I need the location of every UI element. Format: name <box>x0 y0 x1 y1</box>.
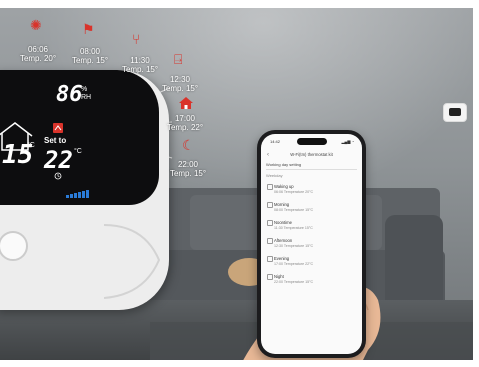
thermostat-curve <box>104 224 161 299</box>
callout-0800: 08:00 Temp. 15° <box>71 47 109 65</box>
thermostat-device: 86 % RH 15 °C Set to 22 °C <box>0 70 169 310</box>
weekday-label: Weekday <box>266 173 283 178</box>
status-icons: ▂▄▆ ◔ <box>341 139 354 144</box>
app-header-title: W-Fi(tm) thermostat kit <box>290 152 333 157</box>
schedule-icon <box>267 220 273 226</box>
schedule-icon <box>267 238 273 244</box>
schedule-item[interactable]: Waking up 06:06 Temperature 20°C <box>267 184 357 194</box>
schedule-item[interactable]: Noontime 11:30 Temperature 15°C <box>267 220 357 230</box>
image-border-top <box>0 0 479 8</box>
status-time: 14:42 <box>270 139 281 144</box>
thermostat-display: 86 % RH 15 °C Set to 22 °C <box>0 70 159 205</box>
callout-1130: 11:30 Temp. 15° <box>121 56 159 74</box>
exit-door-icon: ⍈ <box>174 51 183 67</box>
lunch-icon: ⑂ <box>132 31 141 47</box>
schedule-icon <box>267 256 273 262</box>
set-to-label: Set to <box>44 136 67 145</box>
smartphone: 14:42 ▂▄▆ ◔ ‹ W-Fi(tm) thermostat kit Wo… <box>257 130 366 358</box>
schedule-icon <box>267 202 273 208</box>
product-photo: 86 % RH 15 °C Set to 22 °C ✺ 06:06 Temp.… <box>0 0 479 367</box>
schedule-item[interactable]: Afternoon 12:30 Temperature 15°C <box>267 238 357 248</box>
callout-2200: 22:00 Temp. 15° <box>169 160 207 178</box>
dynamic-island <box>297 138 327 145</box>
moon-icon: ☾ <box>182 137 195 153</box>
heating-icon <box>53 123 63 133</box>
schedule-item[interactable]: Night 22:00 Temperature 15°C <box>267 274 357 284</box>
humidity-unit: % RH <box>81 86 92 101</box>
app-screen: 14:42 ▂▄▆ ◔ ‹ W-Fi(tm) thermostat kit Wo… <box>261 134 362 354</box>
set-temperature-unit: °C <box>74 148 82 155</box>
clock-icon <box>54 172 62 180</box>
home-icon <box>179 97 193 109</box>
wake-up-icon: ✺ <box>30 17 42 33</box>
schedule-icon <box>267 274 273 280</box>
schedule-icon <box>267 184 273 190</box>
current-temperature-unit: °C <box>27 142 35 149</box>
set-temperature: 22 <box>44 146 73 174</box>
working-day-setting[interactable]: Working day setting <box>266 162 357 170</box>
leave-home-icon: ⚑ <box>82 21 95 37</box>
callout-1230: 12:30 Temp. 15° <box>161 75 199 93</box>
callout-0600: 06:06 Temp. 20° <box>19 45 57 63</box>
signal-bars <box>66 180 94 198</box>
schedule-item[interactable]: Morning 08:00 Temperature 15°C <box>267 202 357 212</box>
callout-1700: 17:00 Temp. 22° <box>166 114 204 132</box>
power-button[interactable] <box>0 231 28 261</box>
schedule-item[interactable]: Evening 17:00 Temperature 22°C <box>267 256 357 266</box>
image-border-bottom <box>0 360 479 367</box>
humidity-value: 86 <box>56 82 83 107</box>
image-border-right <box>473 0 479 367</box>
